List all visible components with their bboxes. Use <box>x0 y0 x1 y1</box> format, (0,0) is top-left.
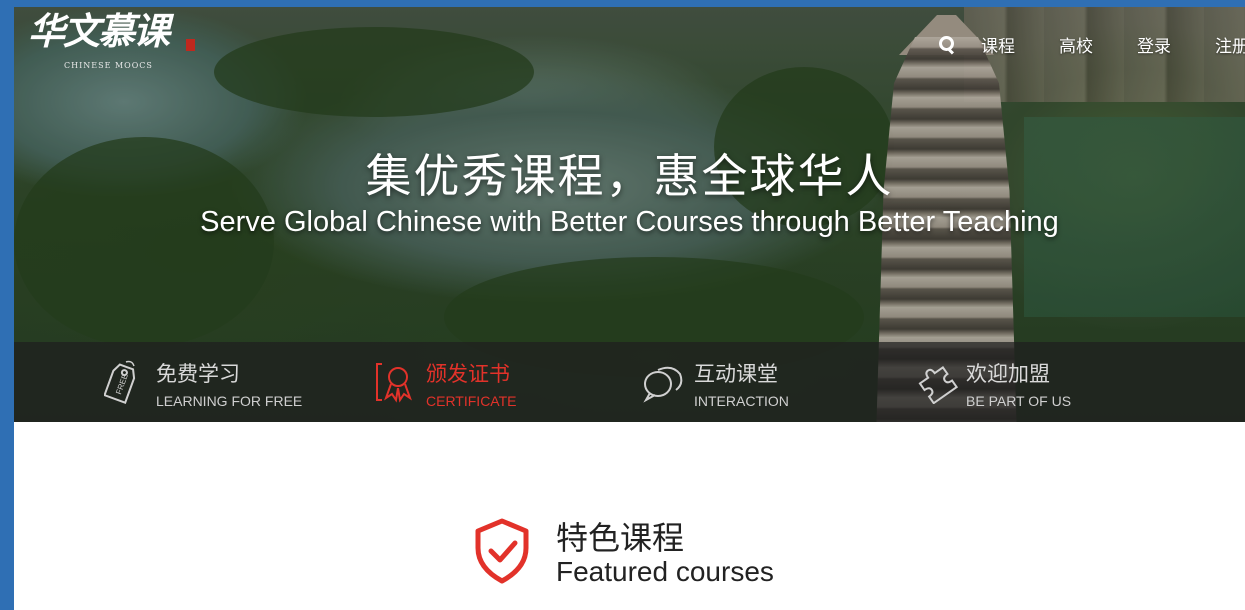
featured-courses-header: 特色课程 Featured courses <box>474 512 834 602</box>
feature-subtitle: BE PART OF US <box>966 393 1072 409</box>
puzzle-icon <box>918 366 958 404</box>
feature-join-us[interactable]: 欢迎加盟 BE PART OF US <box>914 342 1114 422</box>
hero-banner: 华文慕课 CHINESE MOOCS 课程 高校 登录 注册 集优秀课程，惠全球… <box>14 7 1245 422</box>
hero-slogan-cn: 集优秀课程，惠全球华人 <box>365 149 894 203</box>
feature-title: 颁发证书 <box>426 362 510 386</box>
feature-title: 免费学习 <box>156 362 240 386</box>
site-logo[interactable]: 华文慕课 CHINESE MOOCS <box>28 9 198 75</box>
nav-link-register[interactable]: 注册 <box>1215 32 1245 57</box>
feature-certificate[interactable]: 颁发证书 CERTIFICATE <box>374 342 574 422</box>
feature-interaction[interactable]: 互动课堂 INTERACTION <box>642 342 842 422</box>
nav-link-universities[interactable]: 高校 <box>1059 32 1093 57</box>
feature-bar: FREE 免费学习 LEARNING FOR FREE 颁发证书 CERTIFI… <box>14 342 1245 422</box>
feature-free-learning[interactable]: FREE 免费学习 LEARNING FOR FREE <box>104 342 324 422</box>
feature-title: 互动课堂 <box>694 362 778 386</box>
free-tag-icon: FREE <box>104 360 136 404</box>
logo-seal <box>186 39 195 51</box>
feature-subtitle: LEARNING FOR FREE <box>156 393 303 409</box>
chat-bubbles-icon <box>643 366 683 403</box>
shield-check-icon <box>475 518 529 584</box>
featured-title-cn: 特色课程 <box>556 519 685 557</box>
logo-subtitle: CHINESE MOOCS <box>64 61 153 70</box>
search-icon[interactable] <box>937 35 955 55</box>
svg-text:FREE: FREE <box>114 373 130 396</box>
nav-link-login[interactable]: 登录 <box>1137 32 1171 57</box>
featured-title-en: Featured courses <box>556 556 774 587</box>
hero-slogan-en: Serve Global Chinese with Better Courses… <box>200 206 1059 238</box>
page: 华文慕课 CHINESE MOOCS 课程 高校 登录 注册 集优秀课程，惠全球… <box>14 7 1245 610</box>
feature-title: 欢迎加盟 <box>966 362 1050 386</box>
certificate-icon <box>376 363 412 403</box>
feature-subtitle: CERTIFICATE <box>426 393 517 409</box>
nav-link-courses[interactable]: 课程 <box>981 32 1015 57</box>
feature-subtitle: INTERACTION <box>694 393 789 409</box>
top-nav: 课程 高校 登录 注册 <box>937 29 1245 59</box>
logo-text: 华文慕课 <box>28 9 170 53</box>
